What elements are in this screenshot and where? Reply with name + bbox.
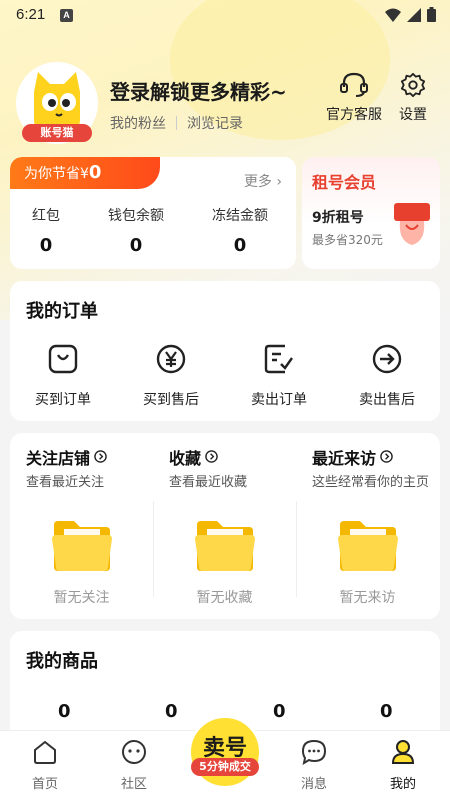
stat-value: 0	[39, 235, 53, 256]
bag-icon	[48, 344, 78, 374]
frozen-amount-stat[interactable]: 冻结金额 0	[208, 205, 272, 256]
folder-icon	[336, 519, 400, 577]
savings-tag-label: 为你节省¥	[24, 166, 89, 182]
status-bar: 6:21 A	[0, 0, 450, 32]
more-link[interactable]: 更多 ›	[244, 171, 282, 191]
red-packet-stat[interactable]: 红包 0	[30, 205, 62, 256]
note-check-icon	[264, 344, 293, 374]
empty-state-text: 暂无来访	[339, 590, 396, 606]
more-label: 更多	[243, 174, 272, 190]
savings-tag: 为你节省¥0	[10, 157, 160, 189]
wifi-icon	[385, 8, 401, 22]
column-subtitle: 这些经常看你的主页	[312, 475, 430, 490]
customer-service-button[interactable]: 官方客服	[326, 72, 382, 124]
goods-count[interactable]: 0	[165, 701, 178, 722]
column-subtitle: 查看最近收藏	[169, 475, 248, 490]
profile-links: 我的粉丝 浏览记录	[110, 113, 243, 133]
link-divider	[176, 116, 177, 130]
empty-state-text: 暂无关注	[53, 590, 110, 606]
chevron-circle-icon	[380, 448, 393, 467]
order-label: 买到订单	[35, 392, 91, 408]
history-link[interactable]: 浏览记录	[187, 113, 243, 133]
vip-card-icon	[392, 201, 432, 247]
column-title: 收藏	[169, 445, 218, 469]
nav-label: 我的	[389, 777, 416, 792]
nav-label: 首页	[31, 777, 58, 792]
column-title: 最近来访	[312, 445, 393, 469]
nav-profile[interactable]: 我的	[368, 739, 438, 792]
favorites-column[interactable]: 收藏 查看最近收藏 暂无收藏	[153, 433, 296, 619]
bought-aftersale-button[interactable]: 买到售后	[126, 343, 216, 409]
vip-title: 租号会员	[312, 173, 377, 192]
goods-count[interactable]: 0	[380, 701, 393, 722]
stat-label: 钱包余额	[108, 208, 164, 224]
customer-service-label: 官方客服	[326, 107, 382, 123]
status-time: 6:21	[16, 6, 46, 23]
order-label: 卖出订单	[251, 392, 307, 408]
settings-label: 设置	[399, 107, 427, 123]
recent-visitors-column[interactable]: 最近来访 这些经常看你的主页 暂无来访	[296, 433, 439, 619]
nav-community[interactable]: 社区	[99, 739, 169, 792]
message-icon	[301, 739, 327, 766]
sell-badge: 5分钟成交	[191, 758, 259, 776]
followed-shops-column[interactable]: 关注店铺 查看最近关注 暂无关注	[10, 433, 153, 619]
bottom-navigation: 首页 社区 卖号 5分钟成交 消息 我的	[0, 715, 450, 800]
sell-account-button[interactable]: 卖号 5分钟成交	[188, 715, 262, 789]
stat-label: 红包	[32, 208, 60, 224]
headset-icon	[340, 72, 368, 97]
profile-icon	[391, 740, 415, 764]
stat-value: 0	[129, 235, 143, 256]
savings-tag-value: 0	[88, 162, 102, 183]
nav-messages[interactable]: 消息	[279, 739, 349, 792]
goods-title: 我的商品	[26, 651, 98, 672]
goods-count[interactable]: 0	[58, 701, 71, 722]
arrow-circle-icon	[372, 344, 402, 374]
fans-link[interactable]: 我的粉丝	[110, 113, 166, 133]
folder-icon	[193, 519, 257, 577]
signal-icon	[407, 7, 421, 22]
wallet-card: 为你节省¥0 更多 › 红包 0 钱包余额 0 冻结金额 0	[10, 157, 296, 269]
yen-icon	[156, 344, 186, 374]
login-prompt[interactable]: 登录解锁更多精彩~	[110, 76, 287, 105]
chevron-circle-icon	[205, 448, 218, 467]
sold-orders-button[interactable]: 卖出订单	[234, 343, 324, 409]
home-icon	[34, 740, 56, 764]
chevron-circle-icon	[94, 448, 107, 467]
column-title: 关注店铺	[26, 445, 107, 469]
settings-button[interactable]: 设置	[399, 72, 427, 124]
chevron-right-icon: ›	[276, 174, 282, 190]
rental-vip-card[interactable]: 租号会员 9折租号 最多省320元	[302, 157, 440, 269]
activity-section: 关注店铺 查看最近关注 暂无关注 收藏 查看最近收藏 暂无收藏 最近来访 这些经…	[10, 433, 440, 619]
order-label: 买到售后	[143, 392, 199, 408]
orders-title: 我的订单	[26, 301, 98, 322]
nav-home[interactable]: 首页	[10, 739, 80, 792]
order-label: 卖出售后	[359, 392, 415, 408]
folder-icon	[50, 519, 114, 577]
community-icon	[122, 740, 146, 764]
nav-label: 社区	[120, 777, 147, 792]
nav-label: 消息	[300, 777, 327, 792]
column-subtitle: 查看最近关注	[26, 475, 105, 490]
sold-aftersale-button[interactable]: 卖出售后	[342, 343, 432, 409]
goods-count[interactable]: 0	[273, 701, 286, 722]
bought-orders-button[interactable]: 买到订单	[18, 343, 108, 409]
empty-state-text: 暂无收藏	[196, 590, 253, 606]
vip-discount: 9折租号	[312, 210, 364, 226]
avatar-badge: 账号猫	[22, 124, 92, 142]
status-icons	[385, 7, 436, 22]
orders-section: 我的订单 买到订单 买到售后 卖出订单 卖出售后	[10, 281, 440, 421]
notification-icon: A	[60, 9, 73, 22]
gear-icon	[400, 72, 426, 98]
stat-value: 0	[233, 235, 247, 256]
wallet-balance-stat[interactable]: 钱包余额 0	[104, 205, 168, 256]
battery-icon	[427, 7, 436, 22]
stat-label: 冻结金额	[212, 208, 268, 224]
vip-saving: 最多省320元	[312, 233, 383, 247]
